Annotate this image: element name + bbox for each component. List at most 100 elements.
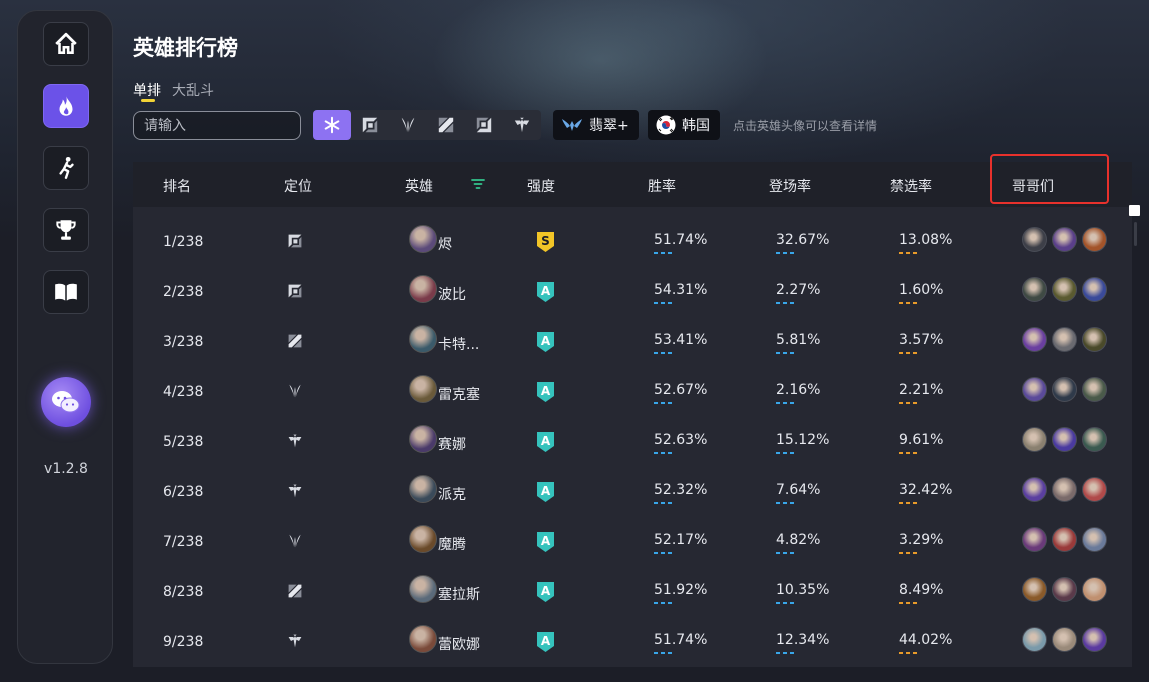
brother-avatar[interactable] xyxy=(1022,227,1047,252)
sidebar-item-home[interactable] xyxy=(43,22,89,66)
hero-name[interactable]: 雷克塞 xyxy=(438,384,480,404)
column-header-rank[interactable]: 排名 xyxy=(163,176,191,196)
runner-icon xyxy=(59,156,74,179)
scrollbar-thumb[interactable] xyxy=(1129,205,1140,216)
hero-avatar[interactable] xyxy=(409,425,437,453)
rank-cell: 7/238 xyxy=(163,534,204,550)
sidebar-item-hot[interactable] xyxy=(43,84,89,128)
hero-avatar[interactable] xyxy=(409,225,437,253)
rank-cell: 4/238 xyxy=(163,384,204,400)
rank-cell: 9/238 xyxy=(163,634,204,650)
role-filter-jungle[interactable] xyxy=(389,110,427,140)
brother-avatar[interactable] xyxy=(1022,377,1047,402)
pick-rate-dash xyxy=(776,402,795,404)
role-filter-support[interactable] xyxy=(503,110,541,140)
table-row[interactable]: 9/238 蕾欧娜 A 51.74% 12.34% 44.02% xyxy=(133,617,1132,667)
trophy-icon xyxy=(56,220,76,240)
brother-avatar[interactable] xyxy=(1082,577,1107,602)
region-filter-button[interactable]: 韩国 xyxy=(648,110,720,140)
hero-name[interactable]: 蕾欧娜 xyxy=(438,634,480,654)
hero-avatar[interactable] xyxy=(409,375,437,403)
hero-avatar[interactable] xyxy=(409,275,437,303)
wechat-button[interactable] xyxy=(41,377,91,427)
brother-avatar[interactable] xyxy=(1052,527,1077,552)
filter-icon[interactable] xyxy=(471,178,485,190)
highlight-box xyxy=(990,154,1109,204)
table-row[interactable]: 2/238 波比 A 54.31% 2.27% 1.60% xyxy=(133,267,1132,317)
tier-badge-icon: A xyxy=(537,482,554,502)
hero-name[interactable]: 派克 xyxy=(438,484,466,504)
sidebar-item-runner[interactable] xyxy=(43,146,89,190)
role-filter-all[interactable] xyxy=(313,110,351,140)
tab-aram[interactable]: 大乱斗 xyxy=(172,80,214,100)
brother-avatar[interactable] xyxy=(1082,427,1107,452)
brother-avatar[interactable] xyxy=(1022,277,1047,302)
table-row[interactable]: 3/238 卡特... A 53.41% 5.81% 3.57% xyxy=(133,317,1132,367)
table-row[interactable]: 6/238 派克 A 52.32% 7.64% 32.42% xyxy=(133,467,1132,517)
table-row[interactable]: 7/238 魔腾 A 52.17% 4.82% 3.29% xyxy=(133,517,1132,567)
brother-avatar[interactable] xyxy=(1052,427,1077,452)
column-header-pick-rate[interactable]: 登场率 xyxy=(769,176,811,196)
hero-name[interactable]: 烬 xyxy=(438,234,452,254)
table-row[interactable]: 4/238 雷克塞 A 52.67% 2.16% 2.21% xyxy=(133,367,1132,417)
brother-avatar[interactable] xyxy=(1052,627,1077,652)
sidebar: v1.2.8 xyxy=(17,10,113,664)
role-filter-top[interactable] xyxy=(351,110,389,140)
brother-avatar[interactable] xyxy=(1052,277,1077,302)
brother-avatar[interactable] xyxy=(1052,377,1077,402)
column-header-ban-rate[interactable]: 禁选率 xyxy=(890,176,932,196)
brother-avatar[interactable] xyxy=(1022,577,1047,602)
hero-avatar[interactable] xyxy=(409,575,437,603)
brother-avatar[interactable] xyxy=(1052,327,1077,352)
hero-name[interactable]: 卡特... xyxy=(438,334,479,354)
brother-avatar[interactable] xyxy=(1082,477,1107,502)
brother-avatar[interactable] xyxy=(1022,527,1047,552)
column-header-hero[interactable]: 英雄 xyxy=(405,176,433,196)
hero-name[interactable]: 波比 xyxy=(438,284,466,304)
hero-name[interactable]: 赛娜 xyxy=(438,434,466,454)
role-filter-mid[interactable] xyxy=(427,110,465,140)
column-header-win-rate[interactable]: 胜率 xyxy=(648,176,676,196)
rank-filter-button[interactable]: 翡翠+ xyxy=(553,110,639,140)
support-icon xyxy=(514,117,530,133)
role-filter-bot[interactable] xyxy=(465,110,503,140)
brother-avatar[interactable] xyxy=(1052,477,1077,502)
ban-rate-dash xyxy=(899,502,918,504)
brother-avatar[interactable] xyxy=(1052,577,1077,602)
sidebar-item-trophy[interactable] xyxy=(43,208,89,252)
hero-avatar[interactable] xyxy=(409,325,437,353)
table-row[interactable]: 8/238 塞拉斯 A 51.92% 10.35% 8.49% xyxy=(133,567,1132,617)
brother-avatar[interactable] xyxy=(1082,527,1107,552)
brother-avatar[interactable] xyxy=(1082,327,1107,352)
hero-name[interactable]: 魔腾 xyxy=(438,534,466,554)
brother-avatar[interactable] xyxy=(1022,427,1047,452)
table-row[interactable]: 1/238 烬 S 51.74% 32.67% 13.08% xyxy=(133,217,1132,267)
ban-rate-cell: 3.57% xyxy=(899,332,944,348)
table-row[interactable]: 5/238 赛娜 A 52.63% 15.12% 9.61% xyxy=(133,417,1132,467)
scrollbar-track[interactable] xyxy=(1134,222,1137,246)
brother-avatar[interactable] xyxy=(1082,227,1107,252)
win-rate-cell: 52.32% xyxy=(654,482,708,498)
win-rate-cell: 51.74% xyxy=(654,632,708,648)
column-header-role[interactable]: 定位 xyxy=(284,176,312,196)
hero-avatar[interactable] xyxy=(409,625,437,653)
brother-avatar[interactable] xyxy=(1052,227,1077,252)
search-input[interactable] xyxy=(133,111,301,140)
hero-name[interactable]: 塞拉斯 xyxy=(438,584,480,604)
ban-rate-cell: 9.61% xyxy=(899,432,944,448)
hero-avatar[interactable] xyxy=(409,475,437,503)
tab-solo[interactable]: 单排 xyxy=(133,80,161,100)
brother-avatar[interactable] xyxy=(1022,327,1047,352)
brother-avatar[interactable] xyxy=(1082,377,1107,402)
brother-avatar[interactable] xyxy=(1082,627,1107,652)
rank-cell: 3/238 xyxy=(163,334,204,350)
ban-rate-dash xyxy=(899,452,918,454)
brother-avatar[interactable] xyxy=(1022,627,1047,652)
hero-avatar[interactable] xyxy=(409,525,437,553)
column-header-tier[interactable]: 强度 xyxy=(527,176,555,196)
brother-avatar[interactable] xyxy=(1082,277,1107,302)
sidebar-item-guide[interactable] xyxy=(43,270,89,314)
brother-avatar[interactable] xyxy=(1022,477,1047,502)
pick-rate-cell: 32.67% xyxy=(776,232,830,248)
ban-rate-cell: 8.49% xyxy=(899,582,944,598)
